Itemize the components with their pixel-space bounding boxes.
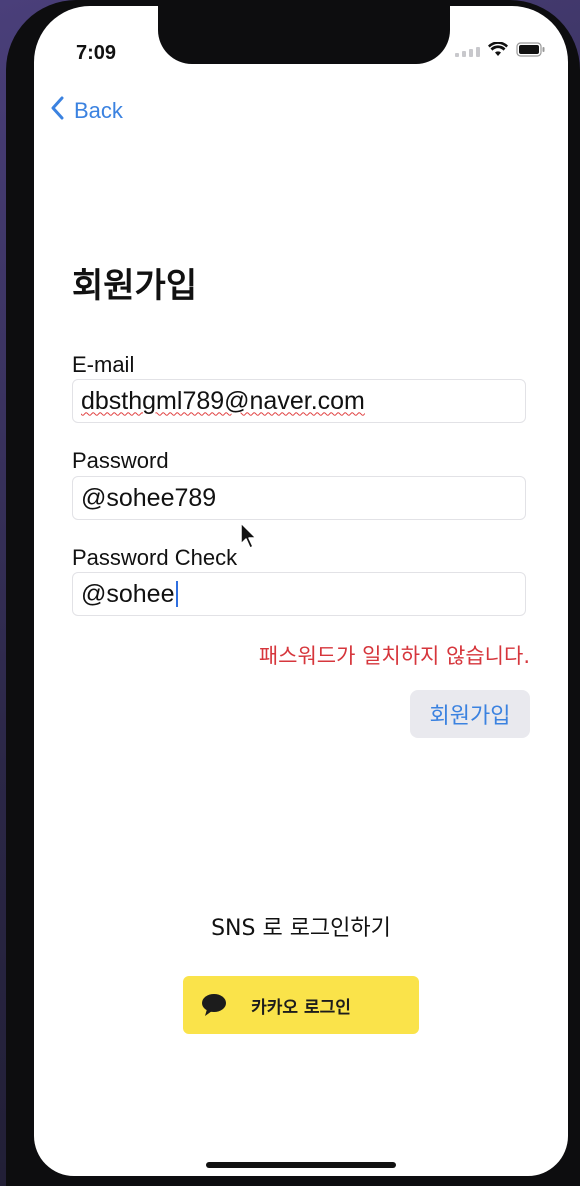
password-value: @sohee789 (81, 483, 217, 512)
status-icons (455, 41, 546, 62)
password-check-label: Password Check (72, 545, 238, 570)
cellular-signal-icon (455, 47, 480, 57)
kakao-login-button[interactable]: 카카오 로그인 (183, 976, 419, 1034)
sns-login-label: SNS 로 로그인하기 (211, 916, 391, 941)
email-label: E-mail (72, 352, 135, 377)
home-indicator[interactable] (206, 1162, 396, 1168)
status-time: 7:09 (76, 42, 117, 64)
back-label: Back (74, 98, 123, 123)
phone-frame: 7:09 Back 회원가입 E-mail dbsthgml789@naver.… (6, 0, 580, 1186)
device-notch (158, 6, 450, 64)
page-title: 회원가입 (72, 266, 198, 306)
email-field[interactable]: dbsthgml789@naver.com (72, 379, 526, 423)
password-check-field[interactable]: @sohee (72, 572, 526, 616)
kakao-login-label: 카카오 로그인 (251, 997, 351, 1018)
wifi-icon (488, 41, 508, 62)
email-value: dbsthgml789@naver.com (81, 386, 365, 415)
battery-icon (516, 42, 546, 62)
password-field[interactable]: @sohee789 (72, 476, 526, 520)
password-check-value: @sohee (81, 579, 175, 608)
mouse-pointer-icon (240, 522, 258, 555)
app-screen: 7:09 Back 회원가입 E-mail dbsthgml789@naver.… (34, 6, 568, 1176)
password-label: Password (72, 448, 169, 473)
text-caret (175, 581, 178, 607)
chevron-left-icon (50, 96, 64, 126)
signup-button[interactable]: 회원가입 (410, 690, 530, 738)
password-mismatch-error: 패스워드가 일치하지 않습니다. (258, 644, 530, 668)
back-button[interactable]: Back (50, 96, 123, 126)
